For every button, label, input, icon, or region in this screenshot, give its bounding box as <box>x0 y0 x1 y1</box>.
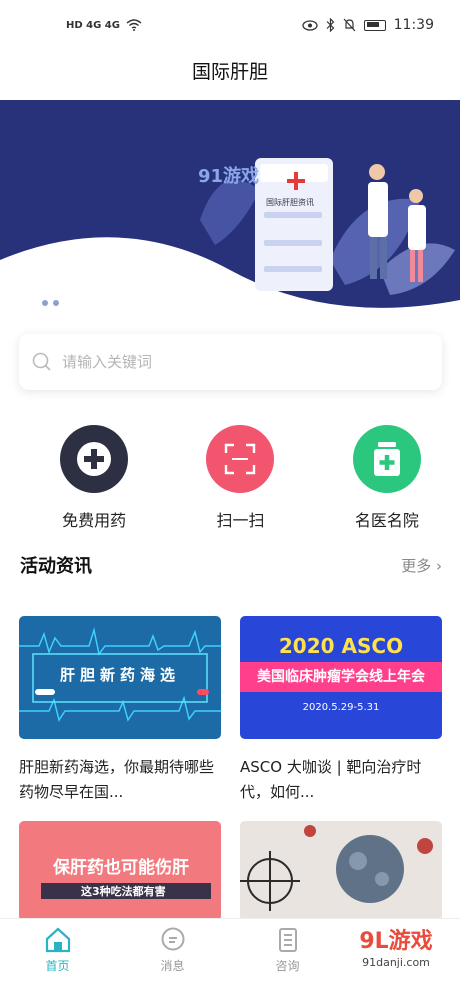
more-link[interactable]: 更多 › <box>401 555 442 576</box>
document-list-icon <box>278 928 297 952</box>
action-label: 名医名院 <box>354 511 419 530</box>
news-card[interactable]: 保肝药也可能伤肝 这3种吃法都有害 <box>19 821 221 921</box>
news-thumbnail <box>240 821 442 921</box>
status-right-group: 11:39 <box>301 17 434 33</box>
quick-actions: 免费用药 扫一扫 名医名院 <box>0 425 460 531</box>
home-icon <box>45 927 70 953</box>
tab-label: 首页 <box>45 959 70 973</box>
watermark-url: 91danji.com <box>362 956 430 969</box>
signal-text: HD 4G 4G <box>66 19 120 31</box>
thumb-date: 2020.5.29-5.31 <box>302 702 380 713</box>
action-famous-doctors[interactable]: 名医名院 <box>314 425 460 531</box>
battery-icon <box>363 19 386 31</box>
virus-illustration <box>240 825 433 911</box>
tab-messages[interactable]: 消息 <box>115 919 230 984</box>
more-label: 更多 <box>401 556 432 575</box>
news-caption: ASCO 大咖谈 | 靶向治疗时代，如何... <box>240 758 422 801</box>
action-scan[interactable]: 扫一扫 <box>167 425 313 531</box>
tab-consult[interactable]: 咨询 <box>230 919 345 984</box>
status-bar: HD 4G 4G 11:39 <box>0 0 460 50</box>
news-thumbnail: 2020 ASCO 美国临床肿瘤学会线上年会 2020.5.29-5.31 <box>240 616 442 739</box>
search-bar[interactable] <box>19 334 442 390</box>
site-watermark: 9L游戏 91danji.com <box>346 928 446 976</box>
news-card[interactable]: 2020 ASCO 美国临床肿瘤学会线上年会 2020.5.29-5.31 AS… <box>240 616 442 805</box>
hero-banner[interactable]: 91游戏 国际肝胆资讯 <box>0 100 460 345</box>
news-card[interactable] <box>240 821 442 921</box>
status-signal-group: HD 4G 4G <box>66 19 142 31</box>
status-time: 11:39 <box>393 17 434 33</box>
mute-bell-icon <box>343 18 356 32</box>
banner-dot <box>42 300 48 306</box>
news-thumbnail: 肝胆新药海选 <box>19 616 221 739</box>
tab-label: 消息 <box>160 959 185 973</box>
thumb-subtitle: 这3种吃法都有害 <box>41 883 211 899</box>
search-input[interactable] <box>62 353 422 371</box>
page-title: 国际肝胆 <box>191 61 268 83</box>
banner-illustration <box>0 100 460 345</box>
thumb-subtitle: 美国临床肿瘤学会线上年会 <box>240 662 442 692</box>
banner-card-title: 国际肝胆资讯 <box>266 198 314 207</box>
thumb-title: 保肝药也可能伤肝 <box>53 858 189 878</box>
tab-home[interactable]: 首页 <box>0 919 115 984</box>
action-label: 扫一扫 <box>216 511 265 530</box>
search-icon <box>32 352 51 371</box>
thumb-title: 肝胆新药海选 <box>59 666 180 684</box>
thumb-title: 2020 ASCO <box>278 634 404 658</box>
action-free-medicine[interactable]: 免费用药 <box>21 425 167 531</box>
medicine-kit-icon <box>352 425 421 493</box>
plus-cross-icon <box>60 425 129 493</box>
news-thumbnail: 保肝药也可能伤肝 这3种吃法都有害 <box>19 821 221 921</box>
eye-icon <box>301 19 318 31</box>
bluetooth-icon <box>326 18 334 32</box>
watermark-logo: 9L游戏 <box>359 929 433 954</box>
news-section-header: 活动资讯 更多 › <box>20 552 442 578</box>
banner-dot <box>53 300 59 306</box>
wifi-icon <box>126 19 142 31</box>
message-bubble-icon <box>161 927 184 951</box>
banner-brand-logo: 91游戏 <box>198 166 260 187</box>
banner-dot <box>30 300 37 307</box>
action-label: 免费用药 <box>62 511 127 530</box>
banner-pagination <box>30 300 59 307</box>
news-caption: 肝胆新药海选，你最期待哪些药物尽早在国... <box>19 758 215 801</box>
tab-label: 咨询 <box>275 959 300 973</box>
scan-icon <box>206 425 275 493</box>
chevron-right-icon: › <box>436 556 442 575</box>
news-card[interactable]: 肝胆新药海选 肝胆新药海选，你最期待哪些药物尽早在国... <box>19 616 221 805</box>
section-title: 活动资讯 <box>20 556 92 577</box>
